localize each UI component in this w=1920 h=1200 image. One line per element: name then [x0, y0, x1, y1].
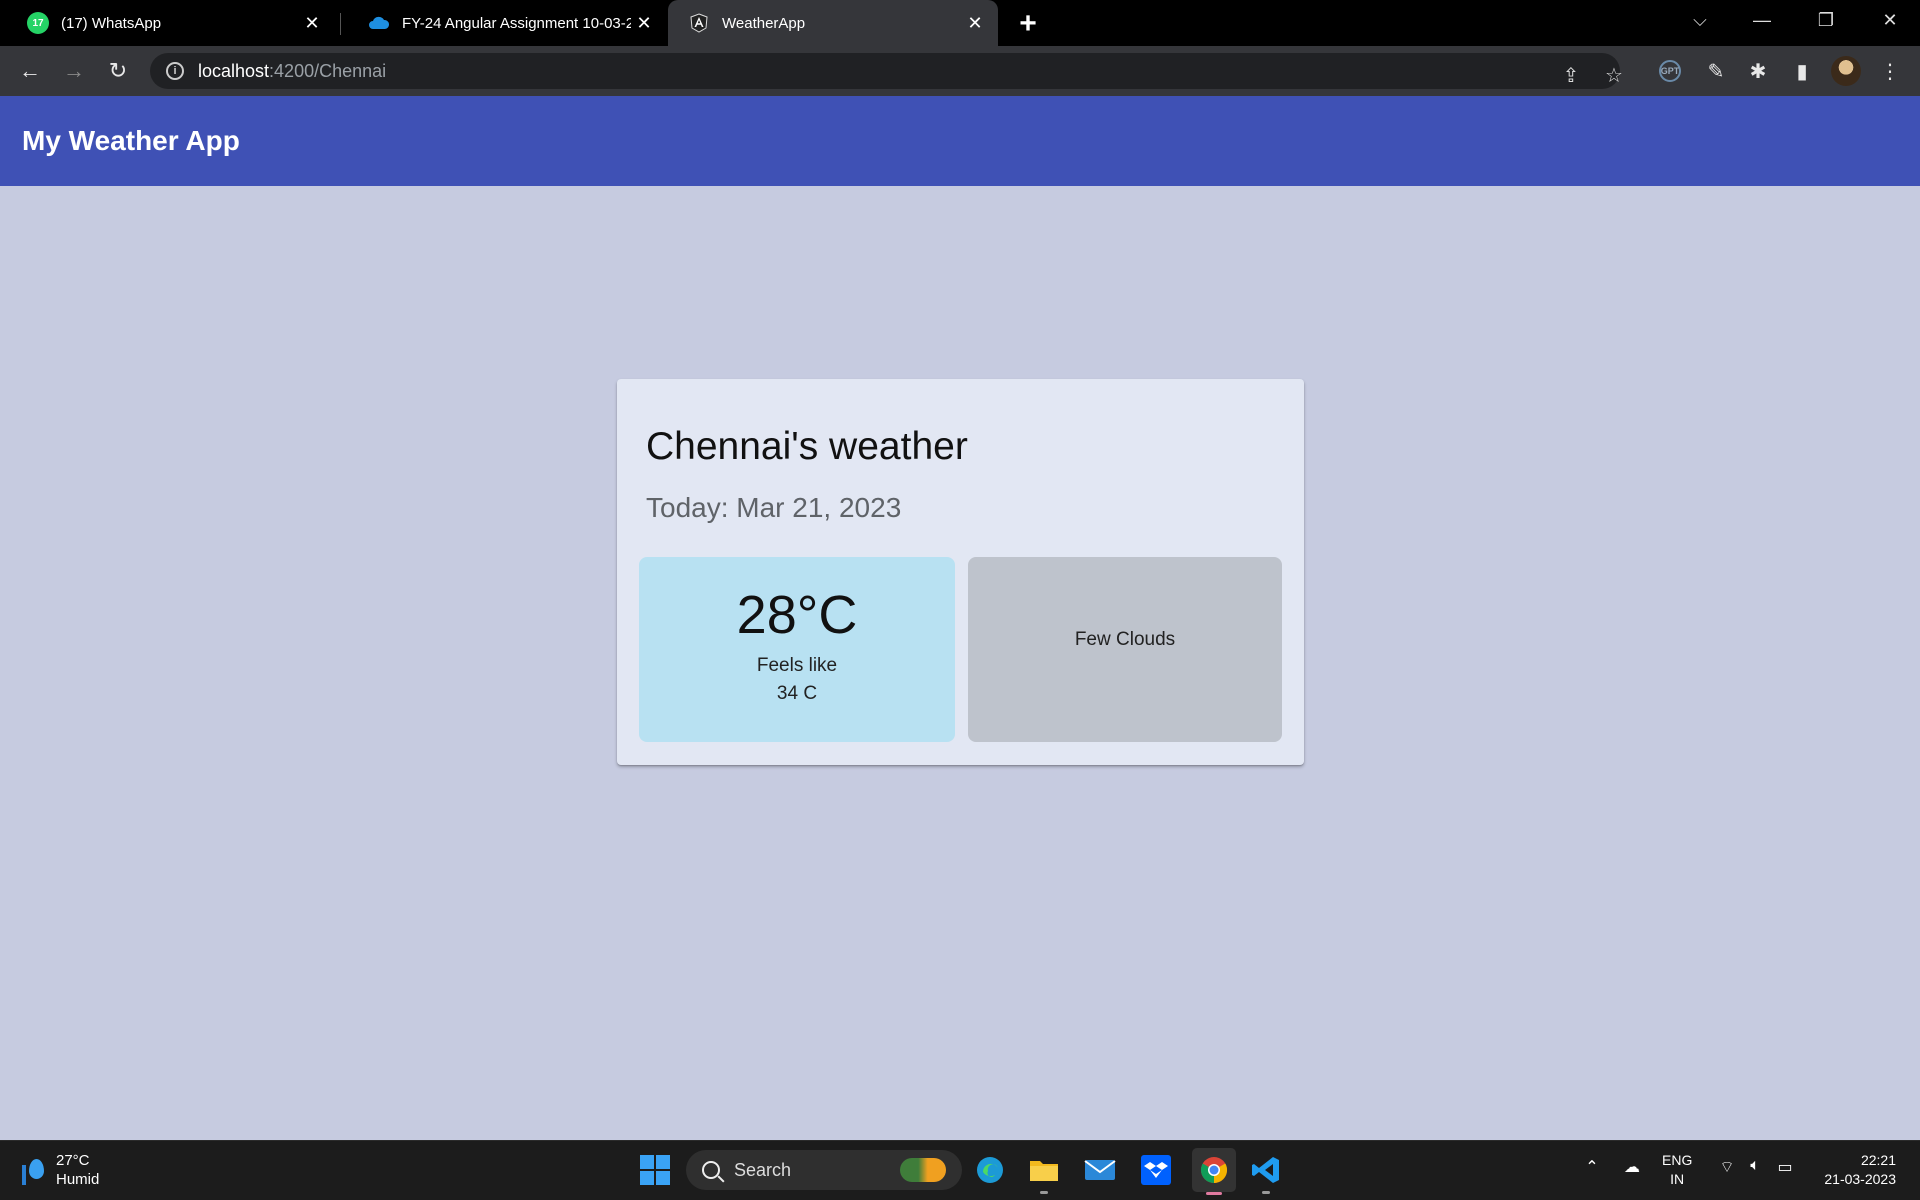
- widget-temperature: 27°C: [56, 1152, 90, 1169]
- tab-angular-assignment[interactable]: FY-24 Angular Assignment 10-03-2023 ✕: [341, 0, 667, 46]
- show-hidden-icons-chevron-icon[interactable]: ⌃: [1582, 1157, 1602, 1177]
- site-info-icon[interactable]: i: [166, 62, 184, 80]
- taskbar-search[interactable]: Search: [686, 1150, 962, 1190]
- url-host: localhost: [198, 60, 270, 81]
- weather-card: Chennai's weather Today: Mar 21, 2023 28…: [617, 379, 1304, 765]
- weather-description: Few Clouds: [1074, 628, 1176, 650]
- widget-condition: Humid: [56, 1171, 100, 1188]
- search-label: Search: [734, 1159, 792, 1180]
- browser-toolbar: ← → ↻ i localhost:4200/Chennai ⇪ ☆ GPT ✎…: [0, 46, 1920, 96]
- reload-icon[interactable]: ↻: [102, 55, 134, 87]
- temperature-tile: 28°C Feels like 34 C: [639, 557, 955, 742]
- card-title: Chennai's weather: [646, 425, 968, 468]
- tab-title: (17) WhatsApp: [61, 14, 162, 32]
- search-highlight-icon: [900, 1158, 946, 1182]
- feels-like-value: 34 C: [776, 682, 818, 704]
- tab-whatsapp[interactable]: 17 (17) WhatsApp ✕: [0, 0, 335, 46]
- whatsapp-icon: 17: [27, 12, 49, 34]
- search-icon: [702, 1161, 720, 1179]
- angular-icon: [688, 12, 710, 34]
- feels-like-label: Feels like: [756, 654, 838, 676]
- pen-extension-icon[interactable]: ✎: [1700, 55, 1732, 87]
- minimize-icon[interactable]: —: [1734, 0, 1790, 40]
- app-title: My Weather App: [22, 125, 240, 156]
- browser-menu-icon[interactable]: ⋮: [1874, 55, 1906, 87]
- app-toolbar: My Weather App: [0, 96, 1920, 186]
- battery-icon[interactable]: ▭: [1774, 1157, 1796, 1177]
- mail-icon[interactable]: [1082, 1152, 1118, 1188]
- description-tile: Few Clouds: [968, 557, 1282, 742]
- onedrive-icon: [368, 12, 390, 34]
- onedrive-warning-icon[interactable]: ☁: [1620, 1157, 1644, 1177]
- humidity-drop-icon: [22, 1155, 44, 1185]
- dropbox-icon[interactable]: [1138, 1152, 1174, 1188]
- temperature-value: 28°C: [736, 585, 858, 646]
- system-clock[interactable]: 22:21 21-03-2023: [1810, 1151, 1896, 1189]
- volume-icon[interactable]: 🔈︎: [1744, 1157, 1766, 1175]
- address-bar[interactable]: i localhost:4200/Chennai ⇪ ☆: [150, 53, 1623, 90]
- start-windows-icon[interactable]: [640, 1155, 670, 1185]
- share-icon[interactable]: ⇪: [1556, 60, 1586, 90]
- vscode-icon[interactable]: [1248, 1152, 1284, 1194]
- weather-widget[interactable]: 27°C Humid: [22, 1151, 99, 1189]
- close-tab-icon[interactable]: ✕: [962, 10, 988, 36]
- close-tab-icon[interactable]: ✕: [299, 10, 325, 36]
- close-tab-icon[interactable]: ✕: [631, 10, 657, 36]
- windows-taskbar: 27°C Humid Search ⌃ ☁ ENG IN ⌔ 🔈︎ ▭ 22:2…: [0, 1140, 1920, 1200]
- tab-search-chevron-icon[interactable]: ⌵: [1672, 0, 1728, 40]
- file-explorer-icon[interactable]: [1026, 1152, 1062, 1194]
- wifi-icon[interactable]: ⌔: [1716, 1157, 1738, 1177]
- forward-arrow-icon[interactable]: →: [58, 55, 90, 87]
- restore-icon[interactable]: ❐: [1798, 0, 1854, 40]
- profile-avatar[interactable]: [1830, 55, 1862, 87]
- close-window-icon[interactable]: ✕: [1862, 0, 1918, 40]
- chrome-icon[interactable]: [1192, 1148, 1236, 1195]
- side-panel-icon[interactable]: ▮: [1786, 55, 1818, 87]
- tab-weatherapp[interactable]: WeatherApp ✕: [668, 0, 998, 46]
- tab-title: WeatherApp: [722, 14, 806, 32]
- url-path: :4200/Chennai: [269, 60, 387, 81]
- clock-date: 21-03-2023: [1824, 1171, 1896, 1187]
- input-language[interactable]: ENG IN: [1662, 1151, 1692, 1189]
- extensions-puzzle-icon[interactable]: ✱: [1742, 55, 1774, 87]
- gpt-extension-icon[interactable]: GPT: [1654, 55, 1686, 87]
- bookmark-star-icon[interactable]: ☆: [1599, 60, 1629, 90]
- back-arrow-icon[interactable]: ←: [14, 55, 46, 87]
- browser-tab-strip: 17 (17) WhatsApp ✕ FY-24 Angular Assignm…: [0, 0, 1920, 46]
- new-tab-button[interactable]: +: [1012, 7, 1044, 40]
- tab-title: FY-24 Angular Assignment 10-03-2023: [402, 14, 631, 32]
- edge-icon[interactable]: [972, 1152, 1008, 1188]
- clock-time: 22:21: [1860, 1152, 1896, 1168]
- card-subtitle: Today: Mar 21, 2023: [646, 492, 902, 523]
